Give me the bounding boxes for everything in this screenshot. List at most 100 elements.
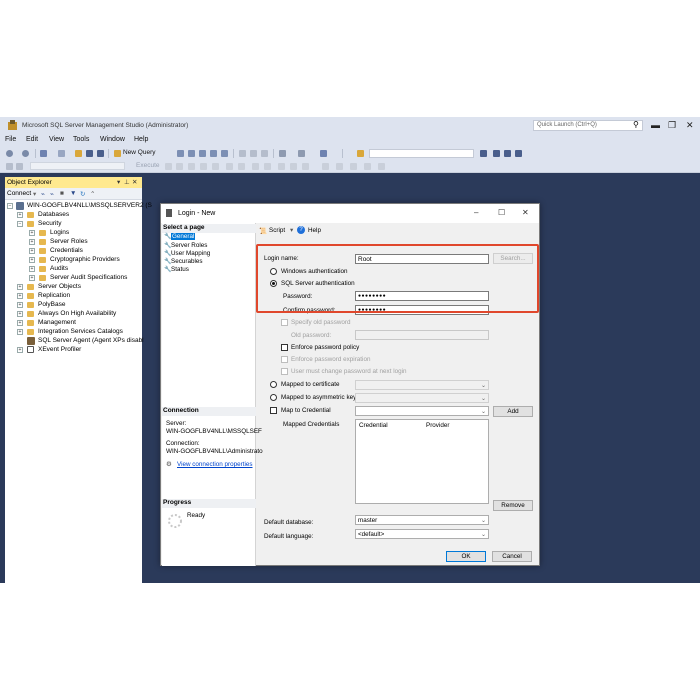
object-explorer-icon[interactable] bbox=[504, 150, 511, 157]
page-status[interactable]: 🔧Status bbox=[164, 266, 189, 273]
activity-monitor-icon[interactable]: ⌃ bbox=[90, 190, 95, 198]
annotation-highlight-box bbox=[256, 244, 539, 313]
mapped-cert-radio[interactable] bbox=[270, 381, 277, 388]
enforce-expiration-checkbox[interactable] bbox=[281, 356, 288, 363]
enforce-policy-checkbox[interactable] bbox=[281, 344, 288, 351]
database-dropdown bbox=[30, 162, 125, 170]
must-change-checkbox[interactable] bbox=[281, 368, 288, 375]
view-connection-properties-link[interactable]: View connection properties bbox=[177, 461, 253, 468]
enforce-policy-label: Enforce password policy bbox=[291, 344, 360, 351]
mapped-asym-radio[interactable] bbox=[270, 394, 277, 401]
default-database-dropdown[interactable]: master ⌄ bbox=[355, 515, 489, 525]
copy-icon bbox=[250, 150, 257, 157]
open-icon[interactable] bbox=[75, 150, 82, 157]
remove-button[interactable]: Remove bbox=[493, 500, 533, 511]
restore-icon[interactable]: ❐ bbox=[668, 120, 676, 131]
connect-server-icon[interactable]: ⌁ bbox=[41, 190, 45, 198]
ok-button[interactable]: OK bbox=[446, 551, 486, 562]
dax-query-icon[interactable] bbox=[221, 150, 228, 157]
window-layout-icon[interactable] bbox=[515, 150, 522, 157]
outdent-icon bbox=[290, 163, 297, 170]
help-icon[interactable]: ? bbox=[297, 226, 305, 234]
connect-button[interactable]: Connect bbox=[7, 190, 31, 197]
credential-dropdown[interactable]: ⌄ bbox=[355, 406, 489, 416]
menu-file[interactable]: File bbox=[5, 136, 16, 143]
comment-icon bbox=[252, 163, 259, 170]
pin-dropdown-icon[interactable]: ▾ bbox=[117, 178, 120, 186]
wrench-icon: 🔧 bbox=[164, 251, 172, 257]
wrench-icon: 🔧 bbox=[164, 267, 172, 273]
old-password-input bbox=[355, 330, 489, 340]
specify-old-password-checkbox[interactable] bbox=[281, 319, 288, 326]
script-icon[interactable]: 📜 bbox=[259, 227, 267, 235]
dialog-maximize-icon[interactable]: ☐ bbox=[498, 208, 505, 217]
close-icon[interactable]: ✕ bbox=[686, 120, 694, 131]
cancel-button[interactable]: Cancel bbox=[492, 551, 532, 562]
new-query-button[interactable]: New Query bbox=[123, 149, 156, 156]
mapped-credentials-grid[interactable]: Credential Provider bbox=[355, 419, 489, 504]
script-dropdown-icon[interactable]: ▾ bbox=[290, 227, 293, 234]
page-securables[interactable]: 🔧Securables bbox=[164, 258, 203, 265]
stop-query-icon[interactable]: ■ bbox=[60, 190, 64, 197]
menu-tools[interactable]: Tools bbox=[73, 136, 89, 143]
folder-icon bbox=[27, 320, 34, 326]
refresh-icon[interactable]: ↻ bbox=[80, 190, 85, 198]
mdx-query-icon[interactable] bbox=[188, 150, 195, 157]
save-all-icon[interactable] bbox=[97, 150, 104, 157]
connect-dropdown-icon[interactable]: ▾ bbox=[33, 190, 36, 198]
asymmetric-key-dropdown: ⌄ bbox=[355, 393, 489, 403]
help-button[interactable]: Help bbox=[308, 227, 321, 234]
paste-icon bbox=[261, 150, 268, 157]
chevron-down-icon: ⌄ bbox=[480, 396, 486, 402]
redo-icon[interactable] bbox=[298, 150, 305, 157]
new-project-icon[interactable] bbox=[40, 150, 47, 157]
add-button[interactable]: Add bbox=[493, 406, 533, 417]
connection-header: Connection bbox=[162, 407, 256, 416]
sql-editor-toolbar: Execute bbox=[0, 160, 700, 173]
dialog-close-icon[interactable]: ✕ bbox=[522, 208, 529, 217]
db-query-icon[interactable] bbox=[177, 150, 184, 157]
undo-icon[interactable] bbox=[279, 150, 286, 157]
close-panel-icon[interactable]: ✕ bbox=[132, 178, 137, 186]
script-button[interactable]: Script bbox=[269, 227, 285, 234]
menu-help[interactable]: Help bbox=[134, 136, 148, 143]
menu-view[interactable]: View bbox=[49, 136, 64, 143]
find-dropdown[interactable] bbox=[369, 149, 474, 158]
wrench-icon: 🔧 bbox=[164, 243, 172, 249]
dialog-minimize-icon[interactable]: – bbox=[474, 208, 478, 217]
chevron-down-icon: ⌄ bbox=[480, 383, 486, 389]
menu-edit[interactable]: Edit bbox=[26, 136, 38, 143]
filter-icon[interactable]: ▼ bbox=[70, 190, 76, 197]
dmx-query-icon[interactable] bbox=[199, 150, 206, 157]
disconnect-icon[interactable]: ⌁ bbox=[50, 190, 54, 198]
page-general[interactable]: 🔧General bbox=[164, 233, 196, 240]
progress-spinner-icon bbox=[167, 513, 183, 531]
toolbox-icon[interactable] bbox=[493, 150, 500, 157]
new-file-icon[interactable] bbox=[58, 150, 65, 157]
quick-launch-input[interactable]: Quick Launch (Ctrl+Q) bbox=[533, 120, 643, 131]
find-icon[interactable] bbox=[357, 150, 364, 157]
properties-icon[interactable] bbox=[480, 150, 487, 157]
page-user-mapping[interactable]: 🔧User Mapping bbox=[164, 250, 210, 257]
pin-icon[interactable]: ⊥ bbox=[124, 178, 130, 186]
solution-icon[interactable] bbox=[320, 150, 327, 157]
new-query-icon[interactable] bbox=[114, 150, 121, 157]
forward-icon[interactable] bbox=[22, 150, 29, 157]
bookmark-next-icon bbox=[364, 163, 371, 170]
default-language-dropdown[interactable]: <default> ⌄ bbox=[355, 529, 489, 539]
enforce-expiration-label: Enforce password expiration bbox=[291, 356, 371, 363]
menu-window[interactable]: Window bbox=[100, 136, 125, 143]
back-icon[interactable] bbox=[6, 150, 13, 157]
mapped-credentials-label: Mapped Credentials bbox=[283, 421, 340, 428]
xmla-query-icon[interactable] bbox=[210, 150, 217, 157]
stop-icon bbox=[165, 163, 172, 170]
search-icon[interactable]: ⚲ bbox=[633, 120, 639, 129]
folder-icon bbox=[39, 239, 46, 245]
minimize-icon[interactable]: ▬ bbox=[651, 120, 660, 130]
folder-icon bbox=[27, 212, 34, 218]
map-credential-checkbox[interactable] bbox=[270, 407, 277, 414]
column-provider: Provider bbox=[426, 422, 450, 429]
page-server-roles[interactable]: 🔧Server Roles bbox=[164, 242, 207, 249]
column-credential: Credential bbox=[359, 422, 388, 429]
save-icon[interactable] bbox=[86, 150, 93, 157]
